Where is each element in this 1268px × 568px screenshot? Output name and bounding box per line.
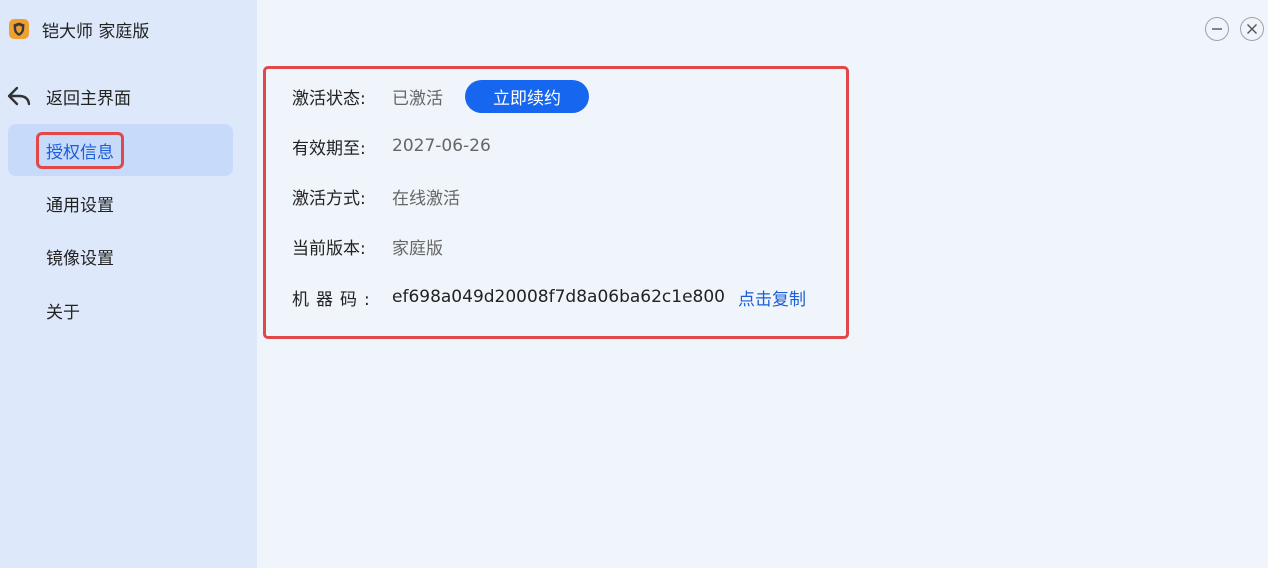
- activation-method-row: 激活方式: 在线激活: [292, 179, 460, 213]
- app-window: 铠大师 家庭版 返回主界面 授权信息 通用设置 镜像设置 关于 激活状态: 已激…: [0, 0, 1268, 568]
- version-label: 当前版本:: [292, 238, 366, 259]
- expiry-row: 有效期至: 2027-06-26: [292, 129, 491, 163]
- machine-code-value: ef698a049d20008f7d8a06ba62c1e800: [392, 287, 725, 307]
- back-label: 返回主界面: [46, 88, 131, 109]
- sidebar: 铠大师 家庭版 返回主界面 授权信息 通用设置 镜像设置 关于: [0, 0, 257, 568]
- shield-logo-icon: [8, 18, 30, 40]
- expiry-value: 2027-06-26: [392, 136, 491, 156]
- license-info-panel: 激活状态: 已激活 立即续约 有效期至: 2027-06-26 激活方式: 在线…: [263, 66, 849, 339]
- status-label: 激活状态:: [292, 88, 366, 109]
- app-header: 铠大师 家庭版: [8, 16, 149, 42]
- sidebar-item-label: 授权信息: [36, 131, 124, 169]
- minimize-icon: [1212, 28, 1222, 30]
- machine-code-row: 机器码: ef698a049d20008f7d8a06ba62c1e800 点击…: [292, 280, 806, 314]
- sidebar-item-license-info[interactable]: 授权信息: [8, 124, 233, 176]
- back-arrow-icon: [6, 85, 32, 107]
- renew-button[interactable]: 立即续约: [465, 79, 589, 113]
- copy-machine-code-link[interactable]: 点击复制: [738, 285, 806, 310]
- sidebar-item-label: 通用设置: [46, 195, 114, 216]
- activation-status-row: 激活状态: 已激活 立即续约: [292, 79, 589, 113]
- minimize-button[interactable]: [1205, 17, 1229, 41]
- status-value: 已激活: [392, 88, 443, 109]
- sidebar-item-label: 镜像设置: [46, 248, 114, 269]
- expiry-label: 有效期至:: [292, 138, 366, 159]
- sidebar-item-mirror-settings[interactable]: 镜像设置: [8, 230, 233, 282]
- method-label: 激活方式:: [292, 188, 366, 209]
- machine-label: 机器码:: [292, 289, 377, 310]
- method-value: 在线激活: [392, 188, 460, 209]
- close-icon: [1247, 24, 1257, 34]
- version-row: 当前版本: 家庭版: [292, 229, 443, 263]
- back-to-main-button[interactable]: 返回主界面: [6, 82, 131, 110]
- sidebar-item-general-settings[interactable]: 通用设置: [8, 177, 233, 229]
- sidebar-item-about[interactable]: 关于: [8, 284, 233, 336]
- sidebar-item-label: 关于: [46, 302, 80, 323]
- version-value: 家庭版: [392, 238, 443, 259]
- close-button[interactable]: [1240, 17, 1264, 41]
- app-title: 铠大师 家庭版: [42, 21, 150, 42]
